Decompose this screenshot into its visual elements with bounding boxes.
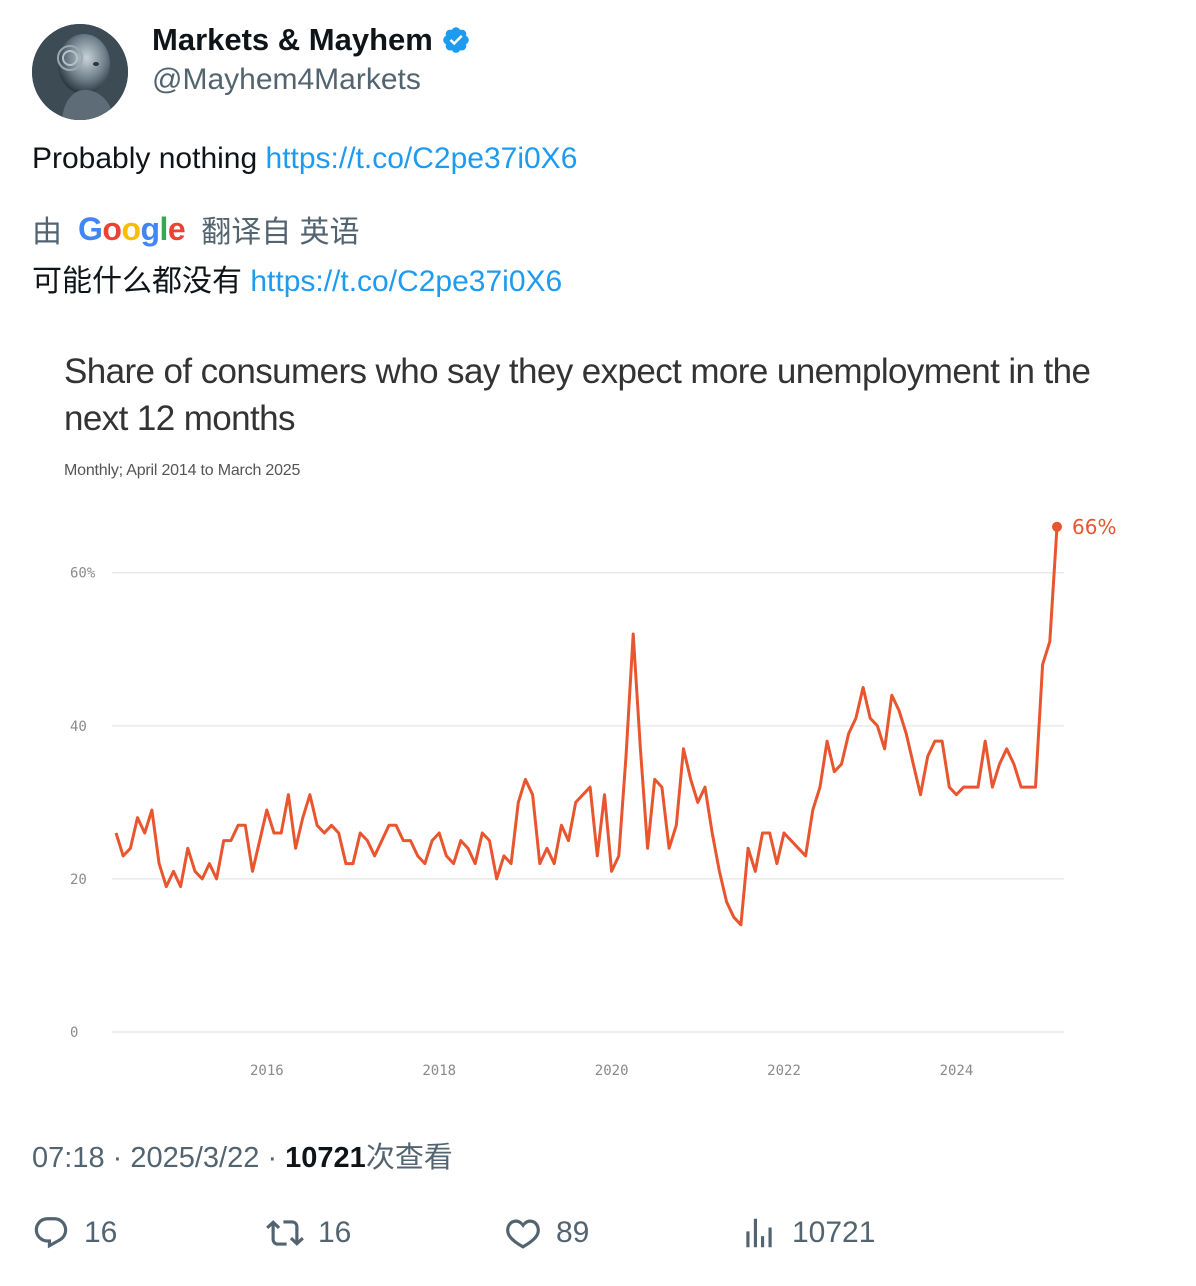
- chart-y-tick-label: 60%: [70, 566, 96, 582]
- views-button[interactable]: 10721: [740, 1214, 875, 1252]
- chart-x-ticks: 2016 2018 2020 2022 2024: [250, 1063, 973, 1079]
- verified-badge-icon: [443, 27, 469, 53]
- author-handle[interactable]: @Mayhem4Markets: [152, 63, 421, 97]
- tweet-link[interactable]: https://t.co/C2pe37i0X6: [266, 142, 578, 175]
- chart-x-tick-label: 2024: [940, 1063, 974, 1079]
- tweet-actions: 16 16 89 10721: [32, 1214, 1164, 1270]
- reply-button[interactable]: 16: [32, 1214, 117, 1252]
- chart-end-point: [1052, 521, 1062, 532]
- avatar-image: [32, 24, 128, 120]
- repost-icon: [266, 1220, 304, 1246]
- tweet-text: Probably nothing https://t.co/C2pe37i0X6: [32, 142, 577, 176]
- repost-button[interactable]: 16: [266, 1214, 351, 1252]
- tweet-meta: 07:18 · 2025/3/22 · 10721次查看: [32, 1134, 453, 1176]
- translation-attribution: 由 Google 翻译自 英语: [32, 207, 360, 251]
- chart-x-tick-label: 2020: [595, 1063, 629, 1079]
- chart-x-tick-label: 2018: [422, 1063, 456, 1079]
- chart-subtitle: Monthly; April 2014 to March 2025: [64, 462, 301, 479]
- tweet-date[interactable]: 2025/3/22: [130, 1142, 259, 1174]
- tweet-time[interactable]: 07:18: [32, 1142, 105, 1174]
- chart-y-tick-label: 40: [70, 719, 87, 735]
- chart-y-tick-label: 20: [70, 872, 87, 888]
- tweet-body: Probably nothing: [32, 142, 258, 175]
- chart-y-tick-label: 0: [70, 1025, 78, 1041]
- views-icon: [746, 1218, 772, 1248]
- chart-title: Share of consumers who say they expect m…: [64, 352, 1091, 438]
- translation-suffix: 翻译自 英语: [201, 216, 360, 249]
- google-logo: Google: [78, 210, 186, 247]
- like-icon: [506, 1219, 540, 1249]
- repost-count: 16: [318, 1216, 352, 1249]
- avatar[interactable]: [32, 24, 128, 120]
- meta-separator: ·: [112, 1142, 131, 1174]
- chart-x-tick-label: 2016: [250, 1063, 284, 1079]
- chart-x-tick-label: 2022: [767, 1063, 801, 1079]
- translated-link[interactable]: https://t.co/C2pe37i0X6: [250, 265, 562, 298]
- meta-separator: ·: [267, 1142, 286, 1174]
- chart-end-label: 66%: [1072, 515, 1116, 539]
- reply-icon: [34, 1217, 68, 1249]
- tweet-views-suffix: 次查看: [365, 1142, 453, 1174]
- views-count: 10721: [792, 1216, 876, 1249]
- like-count: 89: [556, 1216, 590, 1249]
- like-button[interactable]: 89: [504, 1214, 589, 1252]
- chart-grid: [112, 571, 1064, 1033]
- tweet-media-chart[interactable]: 0 20 40 60% 2016 2018 2020 2022 2024 66% Share …: [32, 320, 1164, 1110]
- translated-text: 可能什么都没有 https://t.co/C2pe37i0X6: [32, 256, 562, 300]
- translated-body: 可能什么都没有: [32, 265, 242, 298]
- author-display-name[interactable]: Markets & Mayhem: [152, 22, 433, 58]
- translation-prefix: 由: [32, 216, 62, 249]
- tweet-views-count: 10721: [285, 1142, 366, 1174]
- reply-count: 16: [84, 1216, 118, 1249]
- chart-y-ticks: 0 20 40 60%: [70, 566, 96, 1041]
